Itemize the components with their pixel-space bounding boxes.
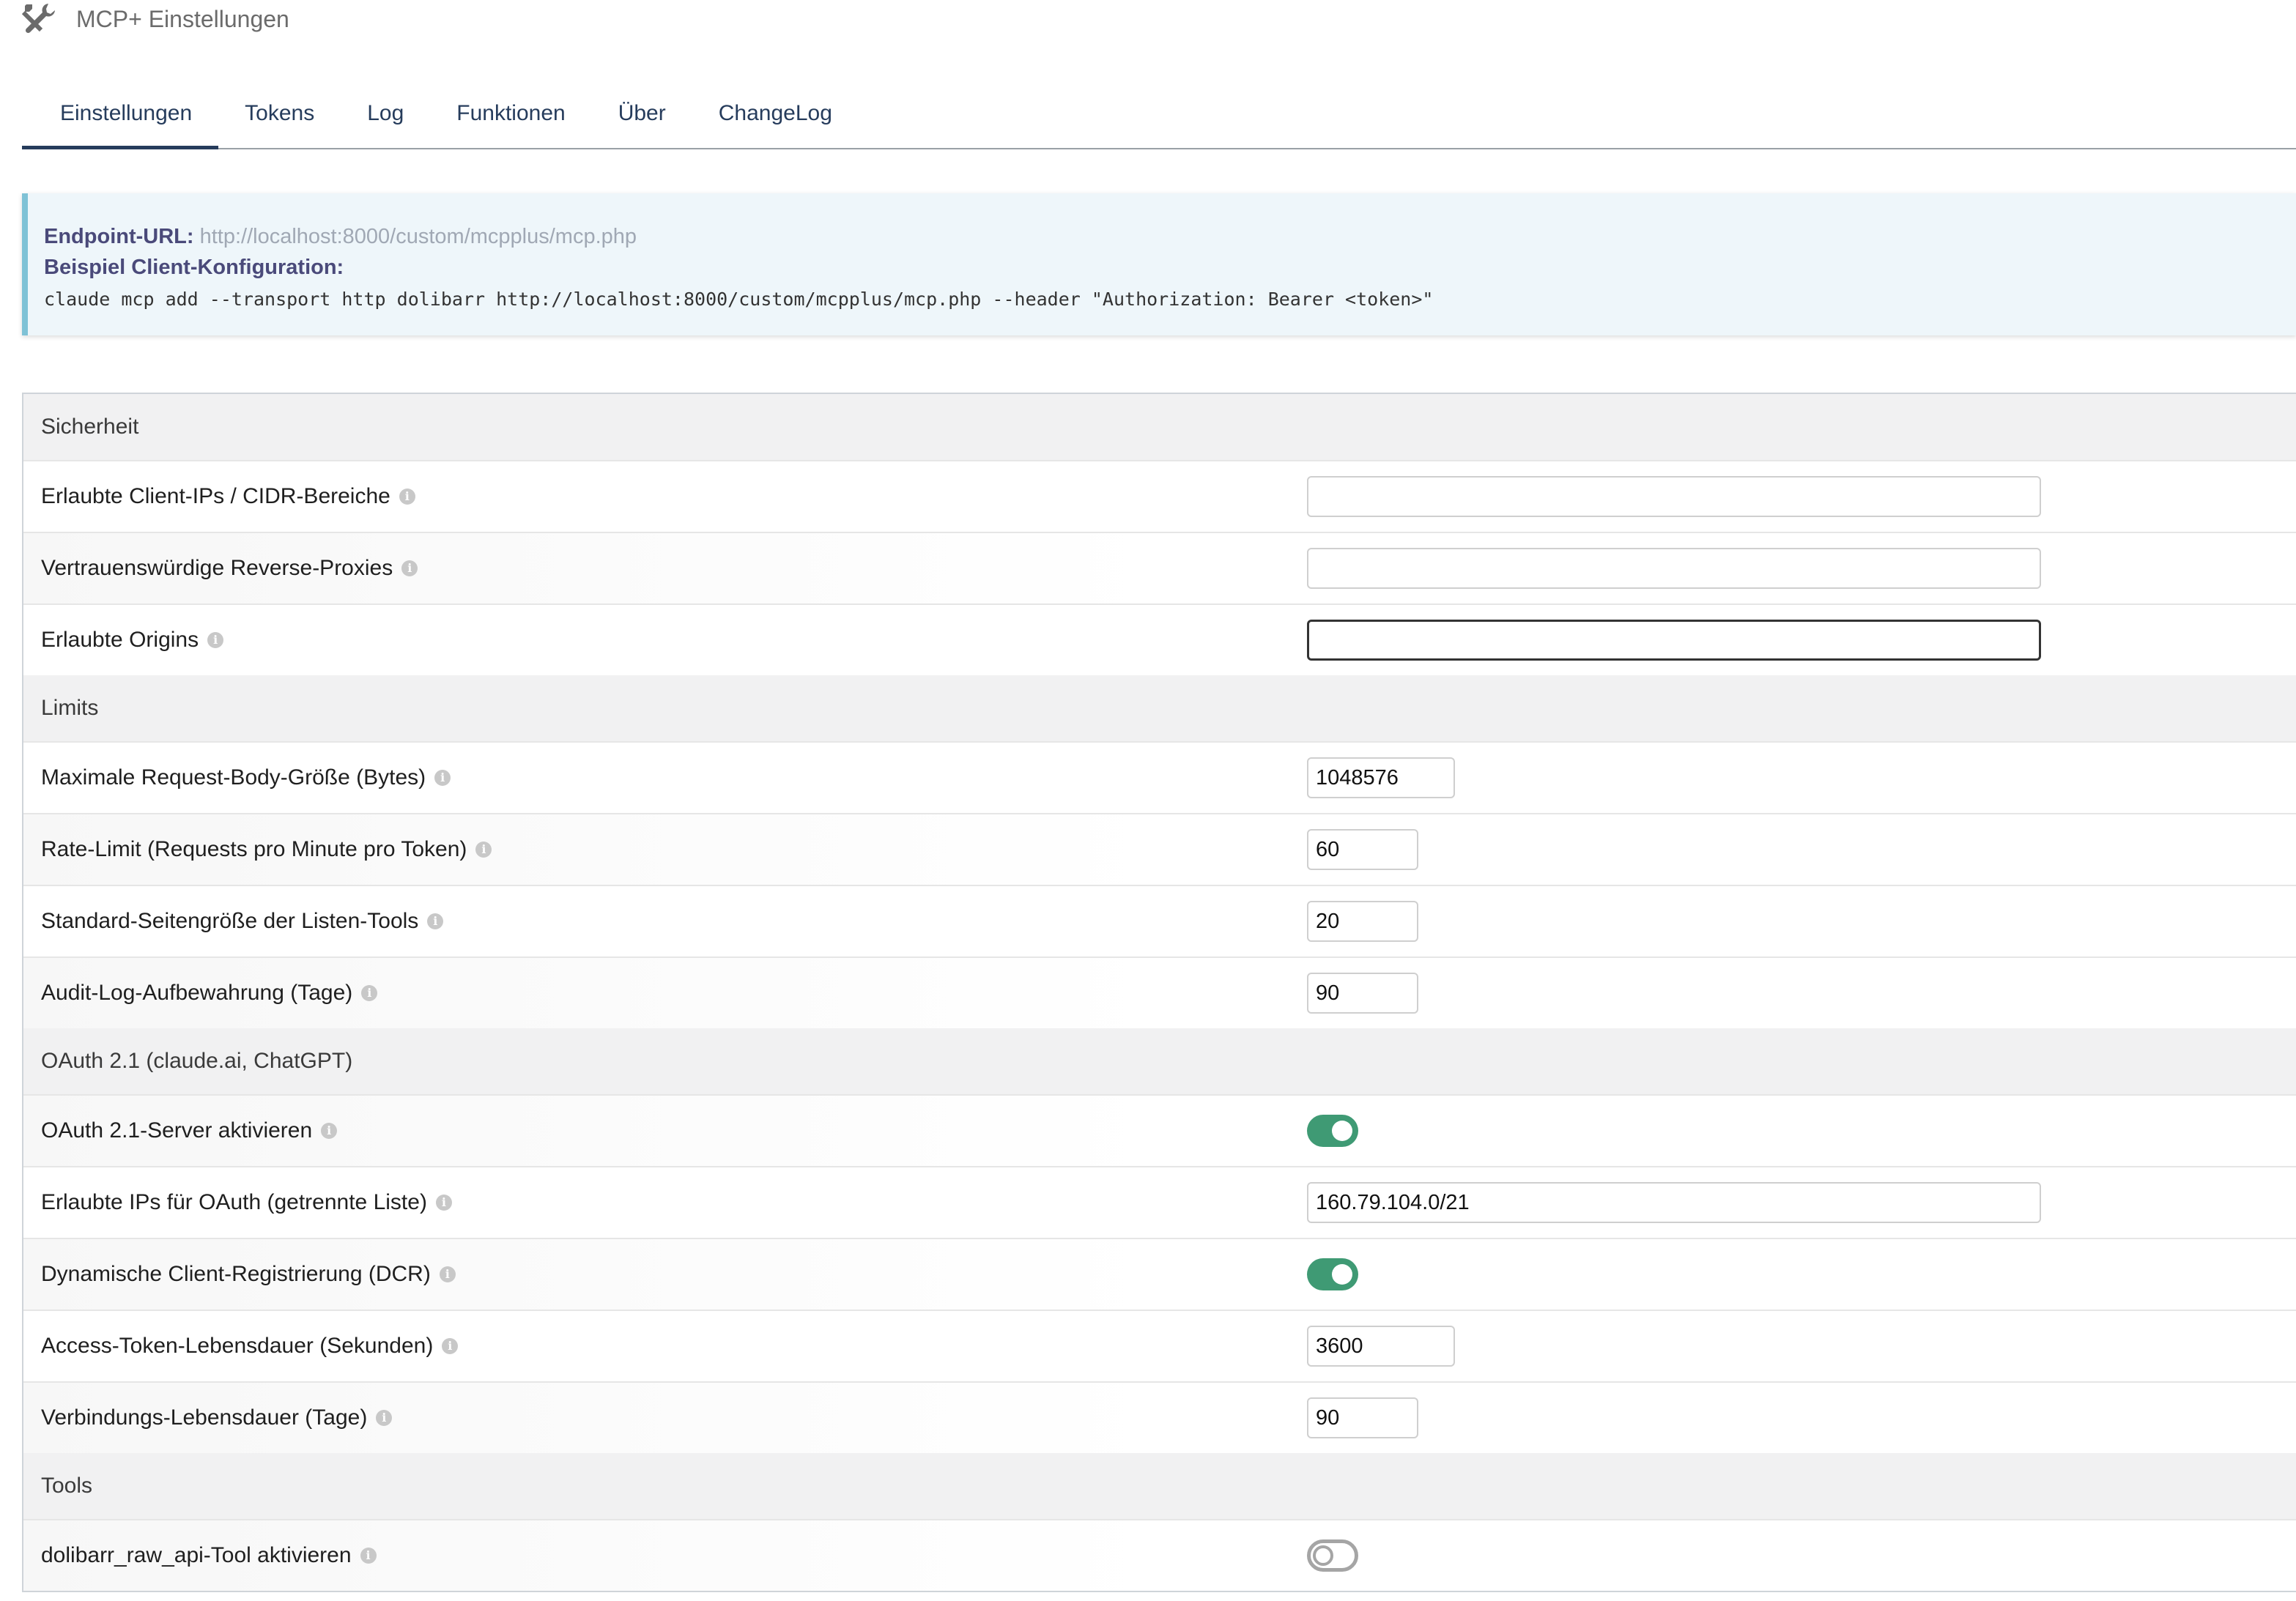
toggle-knob [1332, 1264, 1352, 1285]
toggle-knob [1332, 1121, 1352, 1141]
row-oauth-allowed-ips: Erlaubte IPs für OAuth (getrennte Liste)… [23, 1166, 2296, 1238]
allowed-client-ips-label: Erlaubte Client-IPs / CIDR-Bereiche [41, 484, 390, 508]
rate-limit-input[interactable] [1307, 829, 1418, 870]
row-trusted-proxies: Vertrauenswürdige Reverse-Proxies i [23, 532, 2296, 603]
info-icon[interactable]: i [442, 1338, 459, 1354]
example-command: claude mcp add --transport http dolibarr… [44, 289, 1434, 310]
page-title: MCP+ Einstellungen [76, 5, 289, 32]
endpoint-label: Endpoint-URL: [44, 225, 194, 248]
info-icon[interactable]: i [435, 1195, 452, 1211]
row-rate-limit: Rate-Limit (Requests pro Minute pro Toke… [23, 813, 2296, 885]
page-size-label: Standard-Seitengröße der Listen-Tools [41, 909, 419, 933]
section-header-oauth: OAuth 2.1 (claude.ai, ChatGPT) [23, 1028, 2296, 1094]
connection-lifetime-label: Verbindungs-Lebensdauer (Tage) [41, 1405, 368, 1430]
toggle-knob [1313, 1545, 1333, 1566]
tab-changelog[interactable]: ChangeLog [692, 94, 859, 148]
tab-ueber[interactable]: Über [592, 94, 692, 148]
raw-api-tool-label: dolibarr_raw_api-Tool aktivieren [41, 1543, 352, 1567]
info-icon[interactable]: i [439, 1266, 456, 1282]
page-header: MCP+ Einstellungen [22, 0, 289, 38]
info-icon[interactable]: i [475, 842, 492, 858]
max-body-size-label: Maximale Request-Body-Größe (Bytes) [41, 765, 426, 790]
section-header-security: Sicherheit [23, 394, 2296, 460]
tab-funktionen[interactable]: Funktionen [430, 94, 591, 148]
info-icon[interactable]: i [321, 1123, 338, 1139]
dcr-toggle[interactable] [1307, 1258, 1358, 1290]
token-lifetime-label: Access-Token-Lebensdauer (Sekunden) [41, 1334, 434, 1358]
tab-log[interactable]: Log [341, 94, 430, 148]
row-allowed-client-ips: Erlaubte Client-IPs / CIDR-Bereiche i [23, 460, 2296, 532]
max-body-size-input[interactable] [1307, 757, 1455, 798]
tab-einstellungen[interactable]: Einstellungen [22, 94, 219, 149]
oauth-enable-toggle[interactable] [1307, 1115, 1358, 1147]
dcr-label: Dynamische Client-Registrierung (DCR) [41, 1262, 431, 1286]
settings-table: Sicherheit Erlaubte Client-IPs / CIDR-Be… [22, 393, 2296, 1592]
tab-tokens[interactable]: Tokens [218, 94, 341, 148]
info-icon[interactable]: i [360, 1548, 377, 1564]
wrench-screwdriver-icon [22, 4, 55, 34]
row-connection-lifetime: Verbindungs-Lebensdauer (Tage) i [23, 1381, 2296, 1453]
allowed-client-ips-input[interactable] [1307, 476, 2041, 517]
oauth-enable-label: OAuth 2.1-Server aktivieren [41, 1118, 313, 1143]
trusted-proxies-label: Vertrauenswürdige Reverse-Proxies [41, 556, 393, 580]
info-icon[interactable]: i [399, 489, 415, 505]
section-header-limits: Limits [23, 675, 2296, 741]
connection-lifetime-input[interactable] [1307, 1397, 1418, 1438]
row-allowed-origins: Erlaubte Origins i [23, 603, 2296, 675]
rate-limit-label: Rate-Limit (Requests pro Minute pro Toke… [41, 837, 467, 861]
example-label: Beispiel Client-Konfiguration: [44, 256, 344, 279]
allowed-origins-input[interactable] [1307, 620, 2041, 661]
oauth-allowed-ips-input[interactable] [1307, 1182, 2041, 1223]
endpoint-url: http://localhost:8000/custom/mcpplus/mcp… [199, 225, 637, 248]
settings-page: MCP+ Einstellungen Einstellungen Tokens … [0, 0, 2296, 1601]
endpoint-info-box: Endpoint-URL: http://localhost:8000/cust… [22, 193, 2296, 335]
allowed-origins-label: Erlaubte Origins [41, 628, 199, 652]
raw-api-tool-toggle[interactable] [1307, 1539, 1358, 1572]
info-icon[interactable]: i [434, 770, 451, 786]
info-icon[interactable]: i [401, 560, 418, 576]
info-icon[interactable]: i [207, 632, 224, 648]
audit-retention-label: Audit-Log-Aufbewahrung (Tage) [41, 981, 353, 1005]
row-max-body-size: Maximale Request-Body-Größe (Bytes) i [23, 741, 2296, 813]
token-lifetime-input[interactable] [1307, 1326, 1455, 1367]
oauth-allowed-ips-label: Erlaubte IPs für OAuth (getrennte Liste) [41, 1190, 427, 1214]
row-audit-retention: Audit-Log-Aufbewahrung (Tage) i [23, 956, 2296, 1028]
row-dcr: Dynamische Client-Registrierung (DCR) i [23, 1238, 2296, 1310]
row-oauth-enable: OAuth 2.1-Server aktivieren i [23, 1094, 2296, 1166]
info-icon[interactable]: i [361, 985, 378, 1001]
info-icon[interactable]: i [376, 1410, 393, 1426]
info-icon[interactable]: i [427, 913, 444, 929]
page-size-input[interactable] [1307, 901, 1418, 942]
endpoint-line: Endpoint-URL: http://localhost:8000/cust… [44, 221, 2296, 252]
section-header-tools: Tools [23, 1453, 2296, 1519]
audit-retention-input[interactable] [1307, 973, 1418, 1014]
trusted-proxies-input[interactable] [1307, 548, 2041, 589]
example-line: Beispiel Client-Konfiguration: [44, 252, 2296, 283]
tab-bar: Einstellungen Tokens Log Funktionen Über… [22, 94, 2296, 149]
row-raw-api-tool: dolibarr_raw_api-Tool aktivieren i [23, 1519, 2296, 1591]
row-page-size: Standard-Seitengröße der Listen-Tools i [23, 885, 2296, 956]
row-token-lifetime: Access-Token-Lebensdauer (Sekunden) i [23, 1310, 2296, 1381]
